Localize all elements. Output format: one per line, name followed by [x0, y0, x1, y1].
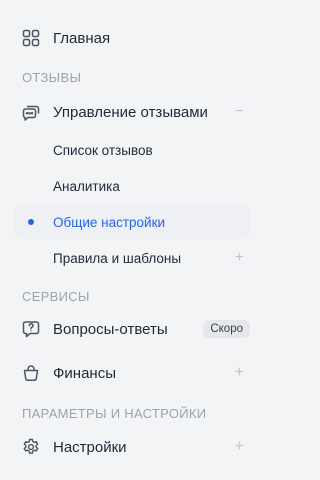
nav-item-home-label: Главная	[53, 29, 111, 47]
subitem-review-list[interactable]: Список отзывов	[14, 133, 250, 167]
expand-icon[interactable]: +	[235, 439, 244, 455]
nav-item-settings[interactable]: Настройки +	[14, 427, 250, 467]
nav-item-home[interactable]: Главная	[14, 18, 250, 58]
nav-item-qa-label: Вопросы-ответы	[53, 320, 168, 338]
coming-soon-badge: Скоро	[203, 320, 250, 338]
nav-item-finance-label: Финансы	[53, 364, 116, 382]
gear-icon	[22, 438, 40, 456]
subitem-analytics-label: Аналитика	[53, 178, 120, 194]
nav-item-qa[interactable]: Вопросы-ответы Скоро	[14, 309, 250, 349]
nav-item-finance[interactable]: Финансы +	[14, 353, 250, 393]
expand-icon[interactable]: +	[235, 365, 244, 381]
nav-item-reviews[interactable]: Управление отзывами −	[14, 92, 250, 132]
subitem-rules-templates[interactable]: Правила и шаблоны +	[14, 241, 250, 275]
subitem-general-settings-label: Общие настройки	[53, 214, 166, 230]
active-indicator	[28, 219, 34, 225]
subitem-review-list-label: Список отзывов	[53, 142, 153, 158]
question-bubble-icon	[22, 320, 40, 338]
subitem-general-settings[interactable]: Общие настройки	[14, 205, 250, 239]
collapse-icon[interactable]: −	[235, 104, 244, 120]
subitem-analytics[interactable]: Аналитика	[14, 169, 250, 203]
section-title-reviews: ОТЗЫВЫ	[22, 70, 82, 85]
nav-item-settings-label: Настройки	[53, 438, 127, 456]
subitem-rules-templates-label: Правила и шаблоны	[53, 250, 182, 266]
grid-icon	[22, 29, 40, 47]
section-title-params: ПАРАМЕТРЫ И НАСТРОЙКИ	[22, 406, 207, 421]
nav-item-reviews-label: Управление отзывами	[53, 103, 208, 121]
expand-icon[interactable]: +	[235, 250, 244, 266]
chat-bubbles-icon	[22, 103, 40, 121]
sidebar: Главная ОТЗЫВЫ Управление отзывами − Спи…	[0, 0, 264, 480]
bag-icon	[22, 364, 40, 382]
section-title-services: СЕРВИСЫ	[22, 289, 90, 304]
